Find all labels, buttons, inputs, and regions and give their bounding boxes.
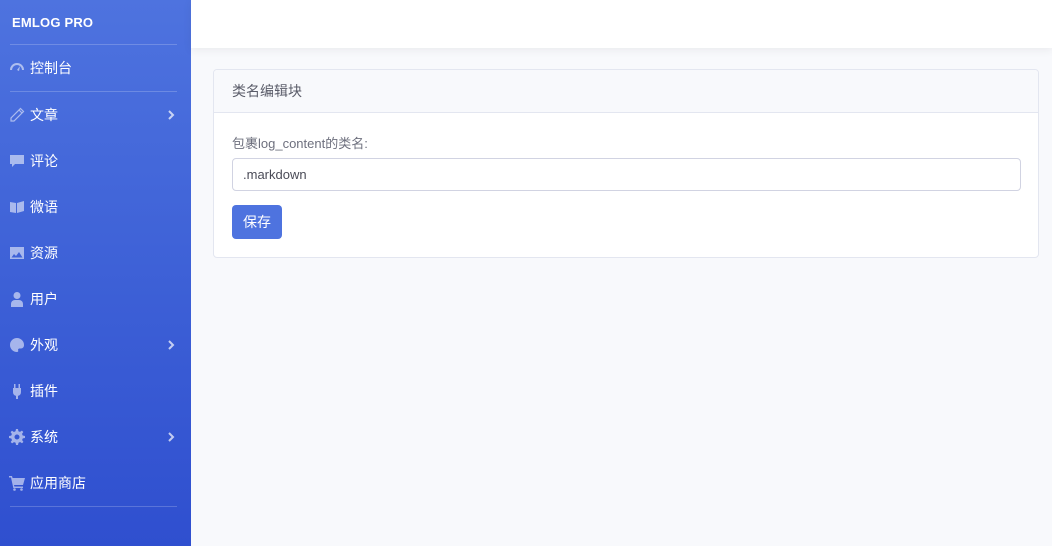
- sidebar-item-plugins[interactable]: 插件: [0, 368, 191, 414]
- sidebar-item-label: 应用商店: [30, 475, 86, 491]
- sidebar-item-appearance[interactable]: 外观: [0, 322, 191, 368]
- sidebar-item-resources[interactable]: 资源: [0, 230, 191, 276]
- topbar: [191, 0, 1052, 48]
- class-edit-card: 类名编辑块 包裹log_content的类名: 保存: [213, 69, 1039, 258]
- class-name-input[interactable]: [232, 158, 1021, 191]
- plug-icon: [8, 382, 26, 400]
- cart-icon: [8, 474, 26, 492]
- comment-icon: [8, 152, 26, 170]
- sidebar-item-label: 外观: [30, 337, 58, 353]
- pencil-icon: [8, 106, 26, 124]
- sidebar-item-label: 微语: [30, 199, 58, 215]
- palette-icon: [8, 336, 26, 354]
- sidebar-item-comments[interactable]: 评论: [0, 138, 191, 184]
- main-content: 类名编辑块 包裹log_content的类名: 保存: [191, 0, 1052, 546]
- sidebar-item-users[interactable]: 用户: [0, 276, 191, 322]
- chevron-right-icon: [167, 110, 177, 120]
- sidebar-item-dashboard[interactable]: 控制台: [0, 45, 191, 91]
- user-icon: [8, 290, 26, 308]
- sidebar-item-articles[interactable]: 文章: [0, 92, 191, 138]
- sidebar-item-label: 插件: [30, 383, 58, 399]
- card-body: 包裹log_content的类名: 保存: [214, 113, 1038, 239]
- class-name-label: 包裹log_content的类名:: [232, 136, 368, 151]
- chevron-right-icon: [167, 340, 177, 350]
- sidebar-item-label: 评论: [30, 153, 58, 169]
- save-button[interactable]: 保存: [232, 205, 282, 239]
- sidebar-divider: [10, 506, 177, 507]
- sidebar-item-label: 文章: [30, 107, 58, 123]
- app-root: EMLOG PRO 控制台 文章 评论 微语 资源 用户 外观 插件 系统 应用…: [0, 0, 1052, 546]
- brand-logo[interactable]: EMLOG PRO: [0, 0, 191, 44]
- sidebar-item-label: 系统: [30, 429, 58, 445]
- card-title: 类名编辑块: [214, 70, 1038, 113]
- notes-icon: [8, 198, 26, 216]
- sidebar: EMLOG PRO 控制台 文章 评论 微语 资源 用户 外观 插件 系统 应用…: [0, 0, 191, 546]
- sidebar-item-label: 资源: [30, 245, 58, 261]
- dashboard-icon: [8, 59, 26, 77]
- gear-icon: [8, 428, 26, 446]
- chevron-right-icon: [167, 432, 177, 442]
- sidebar-item-system[interactable]: 系统: [0, 414, 191, 460]
- sidebar-item-notes[interactable]: 微语: [0, 184, 191, 230]
- sidebar-item-app-store[interactable]: 应用商店: [0, 460, 191, 506]
- image-icon: [8, 244, 26, 262]
- sidebar-item-label: 用户: [30, 291, 58, 307]
- sidebar-item-label: 控制台: [30, 60, 72, 76]
